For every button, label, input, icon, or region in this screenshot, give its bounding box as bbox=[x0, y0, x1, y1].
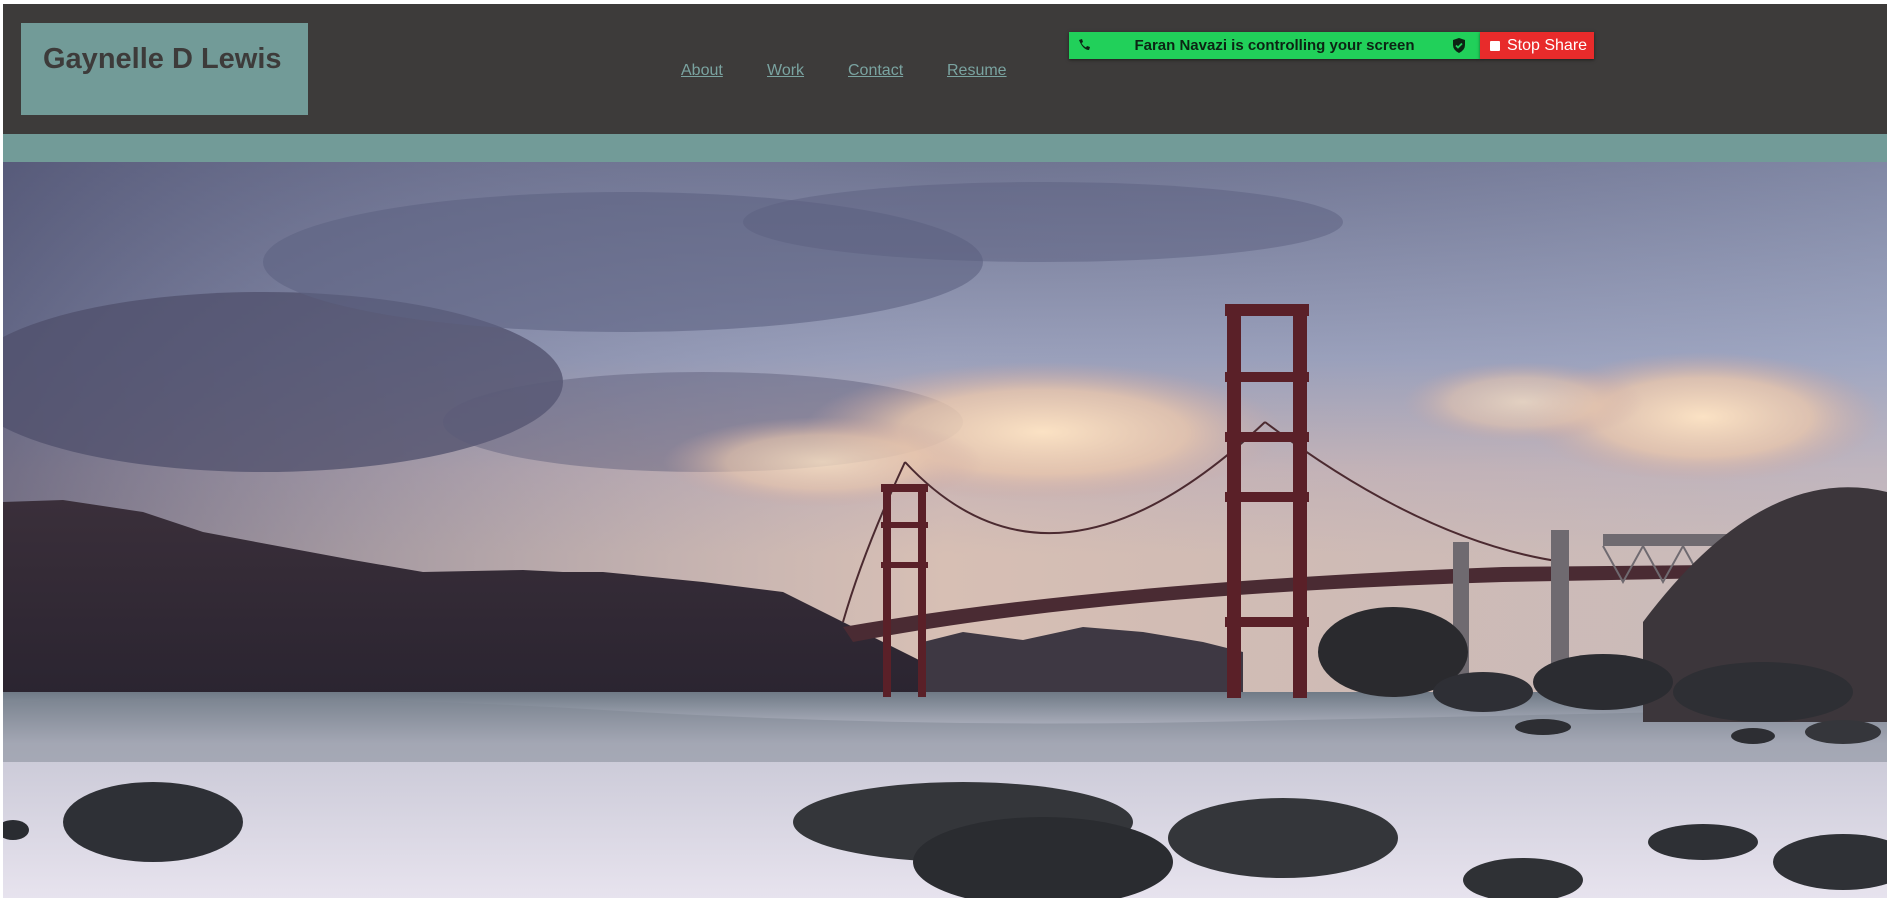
nav-contact-link[interactable]: Contact bbox=[848, 62, 903, 80]
brand-box: Gaynelle D Lewis bbox=[21, 23, 308, 115]
page: Gaynelle D Lewis About Work Contact Resu… bbox=[3, 4, 1887, 898]
stop-share-label: Stop Share bbox=[1507, 37, 1588, 54]
site-title: Gaynelle D Lewis bbox=[43, 43, 282, 75]
nav-about-link[interactable]: About bbox=[681, 62, 723, 80]
screen-share-banner: Faran Navazi is controlling your screen bbox=[1069, 32, 1480, 59]
hero-image bbox=[3, 162, 1887, 898]
shield-icon bbox=[1453, 38, 1465, 53]
nav-work-link[interactable]: Work bbox=[767, 62, 804, 80]
accent-stripe bbox=[3, 134, 1887, 162]
stop-share-button[interactable]: Stop Share bbox=[1480, 32, 1594, 59]
nav-resume-link[interactable]: Resume bbox=[947, 62, 1007, 80]
golden-gate-bridge-photo bbox=[3, 162, 1887, 898]
site-header: Gaynelle D Lewis About Work Contact Resu… bbox=[3, 4, 1887, 134]
screen-share-message: Faran Navazi is controlling your screen bbox=[1134, 37, 1415, 54]
stop-square-icon bbox=[1490, 41, 1500, 51]
